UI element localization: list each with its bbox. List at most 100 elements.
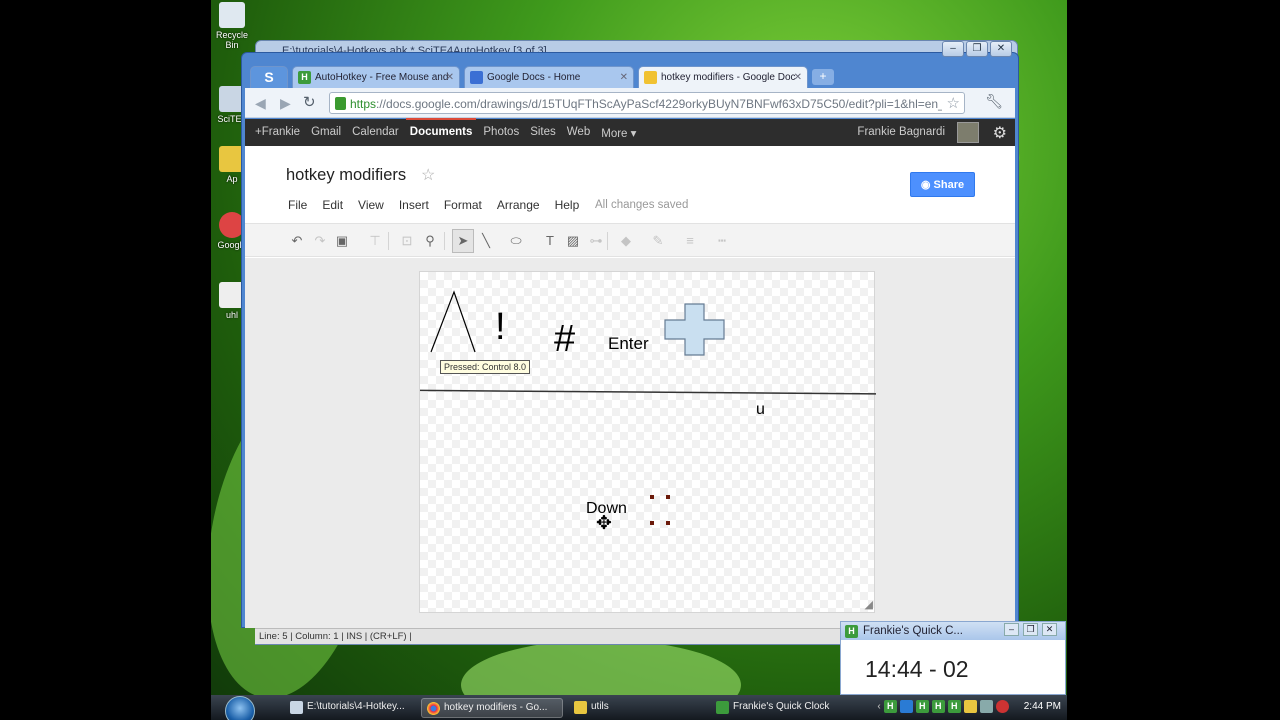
tab-hotkey-modifiers[interactable]: hotkey modifiers - Google Doc ✕ <box>638 66 808 88</box>
drawing-canvas[interactable]: ! # Enter u Down ✥ Pressed: Control 8.0 … <box>419 271 876 613</box>
close-button[interactable]: ✕ <box>1042 623 1057 636</box>
address-bar[interactable]: https://docs.google.com/drawings/d/15TUq… <box>329 92 965 114</box>
google-drawings-favicon-icon <box>644 71 657 84</box>
share-button[interactable]: ◉ Share <box>910 172 975 197</box>
url-text[interactable]: https://docs.google.com/drawings/d/15TUq… <box>350 97 942 111</box>
google-docs-favicon-icon <box>470 71 483 84</box>
tab-label: hotkey modifiers - Google Doc <box>661 72 796 83</box>
clock-time: 14:44 - 02 <box>865 656 969 682</box>
taskbar-item-chrome[interactable]: hotkey modifiers - Go... <box>421 698 563 718</box>
new-tab-button[interactable]: + <box>812 69 834 85</box>
network-tray-icon[interactable] <box>899 700 913 713</box>
shape-tool-icon[interactable]: ⬭ <box>507 232 525 250</box>
menu-help[interactable]: Help <box>555 198 580 212</box>
document-title[interactable]: hotkey modifiers <box>286 166 406 185</box>
line-color-icon[interactable]: ✎ <box>649 232 667 250</box>
selection-handle[interactable] <box>666 495 670 499</box>
maximize-button[interactable]: ❐ <box>966 41 988 57</box>
wrench-icon[interactable]: 🔧︎ <box>985 93 1003 110</box>
selection-handle[interactable] <box>650 521 654 525</box>
redo-icon[interactable]: ↷ <box>311 232 329 250</box>
volume-tray-icon[interactable] <box>979 700 993 713</box>
start-button[interactable] <box>225 696 255 720</box>
format-painter-icon[interactable]: ⊤ <box>366 232 384 250</box>
selection-handle[interactable] <box>666 521 670 525</box>
gbar-link-sites[interactable]: Sites <box>530 126 556 140</box>
gbar-link-documents[interactable]: Documents <box>405 118 476 140</box>
exclamation-text[interactable]: ! <box>495 306 506 349</box>
gear-icon[interactable]: ⚙ <box>993 123 1007 143</box>
gbar-link-plus[interactable]: +Frankie <box>255 126 300 140</box>
security-tray-icon[interactable] <box>995 700 1009 713</box>
system-tray: ‹ H H H H 2:44 PM <box>877 700 1061 713</box>
taskbar-item-utils[interactable]: utils <box>569 698 697 718</box>
folder-tray-icon[interactable] <box>963 700 977 713</box>
taskbar-item-quick-clock[interactable]: Frankie's Quick Clock <box>711 698 861 718</box>
divider-line[interactable] <box>420 389 876 395</box>
tray-expand-icon[interactable]: ‹ <box>877 701 880 712</box>
select-cursor-icon[interactable]: ➤ <box>452 229 474 253</box>
menu-format[interactable]: Format <box>444 198 482 212</box>
back-arrow-icon[interactable]: ◀ <box>255 95 266 112</box>
tab-google-docs-home[interactable]: Google Docs - Home ✕ <box>464 66 634 88</box>
tab-close-icon[interactable]: ✕ <box>446 67 454 88</box>
tab-close-icon[interactable]: ✕ <box>794 67 802 88</box>
quick-clock-titlebar[interactable]: H Frankie's Quick C... – ❐ ✕ <box>841 622 1065 640</box>
chrome-icon <box>427 702 440 715</box>
minimize-button[interactable]: – <box>1004 623 1019 636</box>
menu-file[interactable]: File <box>288 198 307 212</box>
folder-icon <box>574 701 587 714</box>
line-tool-icon[interactable]: ╲ <box>477 232 495 250</box>
autohotkey-tray-icon[interactable]: H <box>883 700 897 713</box>
fill-color-icon[interactable]: ◆ <box>617 232 635 250</box>
plus-shape[interactable] <box>664 303 725 356</box>
menu-edit[interactable]: Edit <box>322 198 343 212</box>
menu-insert[interactable]: Insert <box>399 198 429 212</box>
user-name[interactable]: Frankie Bagnardi <box>857 126 945 138</box>
tab-autohotkey[interactable]: H AutoHotkey - Free Mouse and ✕ <box>292 66 460 88</box>
autohotkey-tray-icon[interactable]: H <box>915 700 929 713</box>
tab-skype[interactable]: S <box>250 66 288 88</box>
maximize-button[interactable]: ❐ <box>1023 623 1038 636</box>
google-bar: +Frankie Gmail Calendar Documents Photos… <box>245 118 1015 146</box>
u-text[interactable]: u <box>756 401 765 419</box>
menu-view[interactable]: View <box>358 198 384 212</box>
drawing-editor: hotkey modifiers ☆ ◉ Share File Edit Vie… <box>245 146 1015 628</box>
gbar-link-web[interactable]: Web <box>567 126 590 140</box>
close-button[interactable]: ✕ <box>990 41 1012 57</box>
reload-icon[interactable]: ↻ <box>303 93 316 111</box>
selection-handle[interactable] <box>650 495 654 499</box>
undo-icon[interactable]: ↶ <box>288 232 306 250</box>
line-weight-icon[interactable]: ≡ <box>681 232 699 250</box>
gbar-link-calendar[interactable]: Calendar <box>352 126 399 140</box>
minimize-button[interactable]: – <box>942 41 964 57</box>
taskbar-clock[interactable]: 2:44 PM <box>1024 701 1061 712</box>
canvas-area: ! # Enter u Down ✥ Pressed: Control 8.0 … <box>245 258 1015 628</box>
zoom-fit-icon[interactable]: ⊡ <box>398 232 416 250</box>
tab-close-icon[interactable]: ✕ <box>620 67 628 88</box>
caret-shape[interactable] <box>430 290 476 353</box>
resize-grip-icon[interactable]: ◢ <box>865 598 873 611</box>
avatar[interactable] <box>957 122 979 143</box>
autohotkey-tray-icon[interactable]: H <box>947 700 961 713</box>
image-icon[interactable]: ▨ <box>564 232 582 250</box>
forward-arrow-icon[interactable]: ▶ <box>280 95 291 112</box>
gbar-link-gmail[interactable]: Gmail <box>311 126 341 140</box>
enter-text[interactable]: Enter <box>608 334 649 354</box>
paint-format-icon[interactable]: ▣ <box>333 232 351 250</box>
chrome-window[interactable]: – ❐ ✕ S H AutoHotkey - Free Mouse and ✕ … <box>241 41 1019 628</box>
taskbar-item-scite[interactable]: E:\tutorials\4-Hotkey... <box>285 698 413 718</box>
bookmark-star-icon[interactable]: ☆ <box>947 94 960 112</box>
hash-text[interactable]: # <box>554 318 575 361</box>
menu-arrange[interactable]: Arrange <box>497 198 540 212</box>
gbar-link-photos[interactable]: Photos <box>483 126 519 140</box>
zoom-icon[interactable]: ⚲ <box>421 232 439 250</box>
autohotkey-tray-icon[interactable]: H <box>931 700 945 713</box>
desktop-icon-recycle-bin[interactable]: Recycle Bin <box>213 2 251 50</box>
star-icon[interactable]: ☆ <box>421 165 435 185</box>
text-box-icon[interactable]: T <box>541 232 559 250</box>
quick-clock-window[interactable]: H Frankie's Quick C... – ❐ ✕ 14:44 - 02 <box>840 621 1066 695</box>
link-icon[interactable]: ⊶ <box>587 232 605 250</box>
line-dash-icon[interactable]: ┅ <box>713 232 731 250</box>
gbar-link-more[interactable]: More ▾ <box>601 126 636 140</box>
